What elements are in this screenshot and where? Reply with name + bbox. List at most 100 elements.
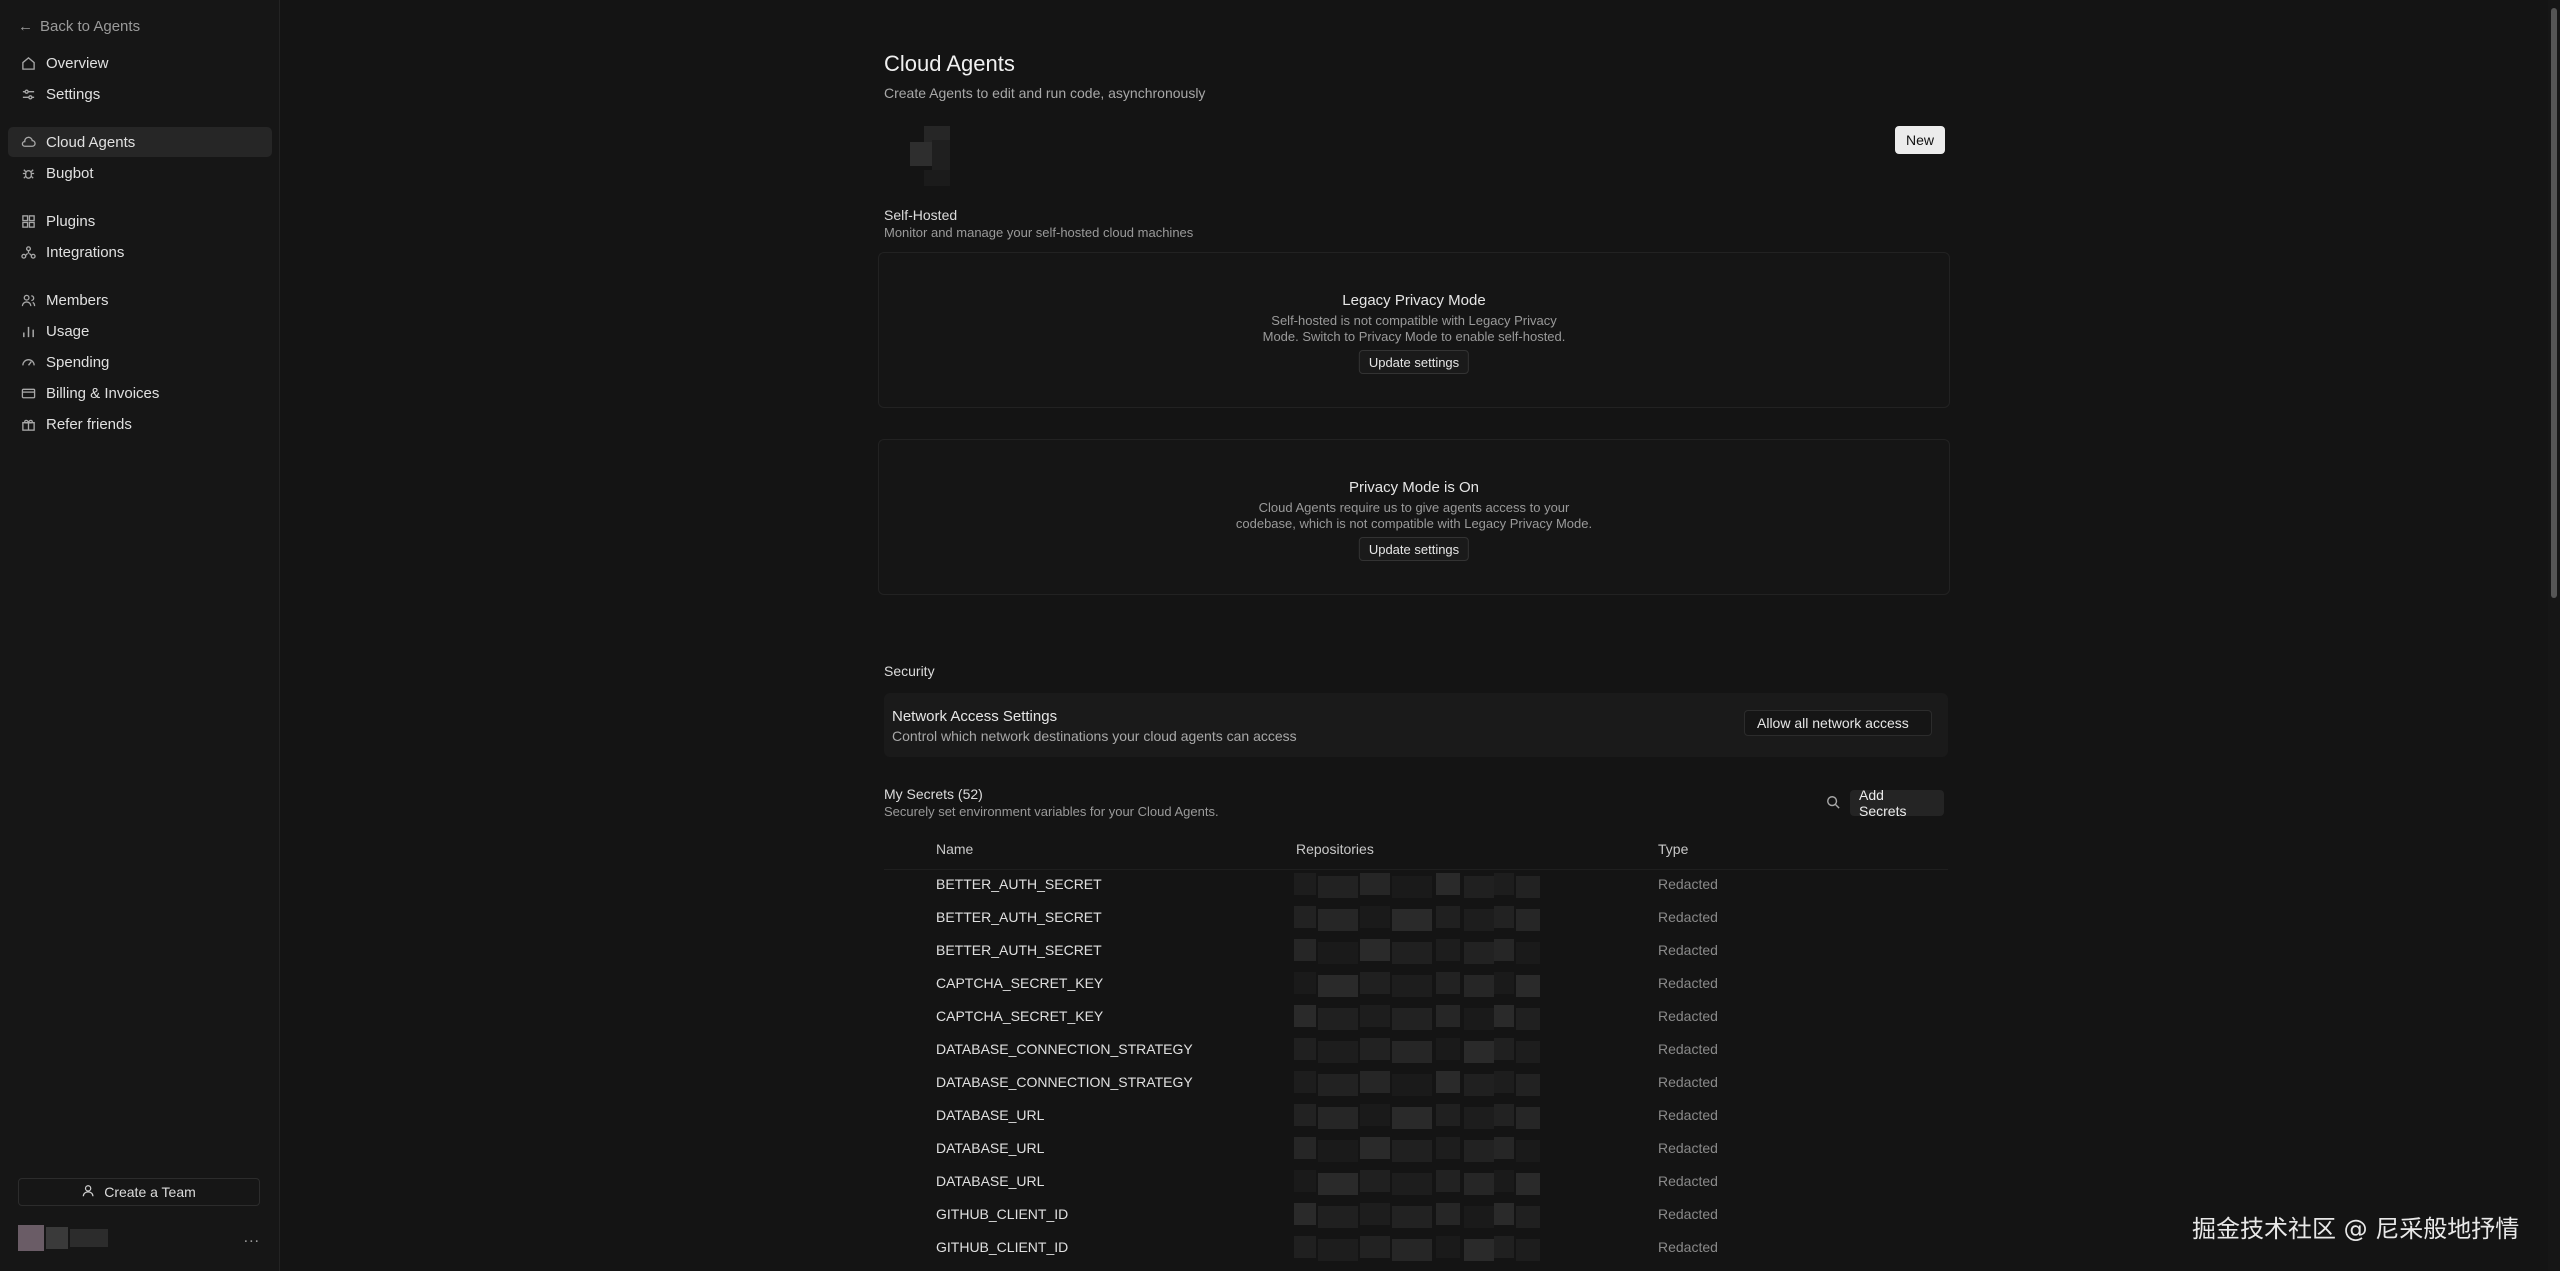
- privacy-mode-card: Privacy Mode is On Cloud Agents require …: [878, 439, 1950, 595]
- secret-name: BETTER_AUTH_SECRET: [936, 942, 1102, 958]
- home-icon: [20, 55, 36, 71]
- secret-type: Redacted: [1658, 975, 1718, 991]
- users-icon: [20, 292, 36, 308]
- more-icon[interactable]: ...: [244, 1229, 260, 1247]
- sidebar-item-label: Spending: [46, 353, 110, 371]
- page-subtitle: Create Agents to edit and run code, asyn…: [884, 85, 1206, 101]
- secret-name: DATABASE_CONNECTION_STRATEGY: [936, 1074, 1193, 1090]
- back-label: Back to Agents: [40, 18, 141, 35]
- scrollbar[interactable]: [2548, 0, 2560, 1271]
- sidebar-item-refer-friends[interactable]: Refer friends: [8, 409, 272, 439]
- network-access-description: Control which network destinations your …: [892, 728, 1297, 744]
- column-name: Name: [936, 841, 974, 857]
- table-row[interactable]: DATABASE_CONNECTION_STRATEGY Redacted: [884, 1035, 1948, 1068]
- table-row[interactable]: CAPTCHA_SECRET_KEY Redacted: [884, 1002, 1948, 1035]
- sidebar-item-label: Cloud Agents: [46, 133, 136, 151]
- secret-name: GITHUB_CLIENT_ID: [936, 1239, 1069, 1255]
- table-row[interactable]: BETTER_AUTH_SECRET Redacted: [884, 903, 1948, 936]
- security-title: Security: [884, 663, 935, 679]
- sidebar-item-plugins[interactable]: Plugins: [8, 206, 272, 236]
- sidebar-item-label: Usage: [46, 322, 90, 340]
- secret-name: CAPTCHA_SECRET_KEY: [936, 975, 1104, 991]
- arrow-left-icon: ←: [18, 18, 33, 35]
- secret-repositories: [1294, 1035, 1544, 1068]
- sidebar-item-spending[interactable]: Spending: [8, 347, 272, 377]
- sidebar-item-integrations[interactable]: Integrations: [8, 237, 272, 267]
- secret-repositories: [1294, 870, 1544, 903]
- sidebar-item-bugbot[interactable]: Bugbot: [8, 158, 272, 188]
- secret-type: Redacted: [1658, 1239, 1718, 1255]
- sidebar-item-overview[interactable]: Overview: [8, 48, 272, 78]
- secret-repositories: [1294, 969, 1544, 1002]
- privacy-mode-line1: Cloud Agents require us to give agents a…: [1258, 500, 1570, 515]
- table-row[interactable]: GITHUB_CLIENT_ID Redacted: [884, 1233, 1948, 1266]
- secret-repositories: [1294, 1101, 1544, 1134]
- network-access-select[interactable]: Allow all network access: [1744, 710, 1932, 736]
- table-row[interactable]: CAPTCHA_SECRET_KEY Redacted: [884, 969, 1948, 1002]
- secrets-title: My Secrets (52): [884, 786, 983, 802]
- watermark: 掘金技术社区 @ 尼采般地抒情: [2192, 1215, 2520, 1243]
- secret-repositories: [1294, 1002, 1544, 1035]
- secret-repositories: [1294, 1167, 1544, 1200]
- table-row[interactable]: BETTER_AUTH_SECRET Redacted: [884, 936, 1948, 969]
- sliders-icon: [20, 86, 36, 102]
- back-to-agents-link[interactable]: ← Back to Agents: [18, 18, 140, 35]
- sidebar-item-usage[interactable]: Usage: [8, 316, 272, 346]
- sidebar-item-members[interactable]: Members: [8, 285, 272, 315]
- update-settings-button[interactable]: Update settings: [1358, 537, 1470, 561]
- sidebar-nav: Overview Settings Cloud Agents Bugbot Plugin…: [8, 48, 272, 440]
- secret-type: Redacted: [1658, 1140, 1718, 1156]
- update-settings-button[interactable]: Update settings: [1358, 350, 1470, 374]
- sidebar-item-label: Plugins: [46, 212, 96, 230]
- legacy-privacy-line1: Self-hosted is not compatible with Legac…: [1271, 313, 1557, 328]
- secret-type: Redacted: [1658, 1206, 1718, 1222]
- integrations-icon: [20, 244, 36, 260]
- network-access-card: Network Access Settings Control which ne…: [884, 693, 1948, 757]
- table-body: BETTER_AUTH_SECRET Redacted BETTER_AUTH_SE…: [884, 870, 1948, 1266]
- table-row[interactable]: BETTER_AUTH_SECRET Redacted: [884, 870, 1948, 903]
- scrollbar-thumb[interactable]: [2551, 8, 2557, 598]
- table-row[interactable]: DATABASE_URL Redacted: [884, 1101, 1948, 1134]
- table-row[interactable]: DATABASE_URL Redacted: [884, 1167, 1948, 1200]
- sidebar-item-label: Bugbot: [46, 164, 94, 182]
- plugin-icon: [20, 213, 36, 229]
- agents-preview: [910, 126, 950, 188]
- sidebar-item-settings[interactable]: Settings: [8, 79, 272, 109]
- card-icon: [20, 385, 36, 401]
- table-row[interactable]: GITHUB_CLIENT_ID Redacted: [884, 1200, 1948, 1233]
- sidebar-item-label: Refer friends: [46, 415, 132, 433]
- table-row[interactable]: DATABASE_URL Redacted: [884, 1134, 1948, 1167]
- secret-name: CAPTCHA_SECRET_KEY: [936, 1008, 1104, 1024]
- legacy-privacy-body: Self-hosted is not compatible with Legac…: [879, 313, 1949, 345]
- avatar: [18, 1225, 108, 1251]
- sidebar-item-label: Overview: [46, 54, 109, 72]
- sidebar-item-label: Settings: [46, 85, 101, 103]
- column-type: Type: [1658, 841, 1689, 857]
- secret-repositories: [1294, 1134, 1544, 1167]
- secret-repositories: [1294, 903, 1544, 936]
- bar-chart-icon: [20, 323, 36, 339]
- legacy-privacy-title: Legacy Privacy Mode: [1342, 292, 1486, 309]
- create-team-button[interactable]: Create a Team: [18, 1178, 260, 1206]
- add-secrets-button[interactable]: Add Secrets: [1850, 787, 1944, 819]
- account-menu[interactable]: ...: [18, 1220, 260, 1256]
- new-agent-button[interactable]: New: [1895, 126, 1946, 154]
- self-hosted-description: Monitor and manage your self-hosted clou…: [884, 225, 1194, 240]
- secret-repositories: [1294, 936, 1544, 969]
- secret-name: BETTER_AUTH_SECRET: [936, 909, 1102, 925]
- secret-name: DATABASE_URL: [936, 1173, 1045, 1189]
- secret-type: Redacted: [1658, 1008, 1718, 1024]
- secret-type: Redacted: [1658, 1074, 1718, 1090]
- search-icon[interactable]: [1826, 795, 1842, 811]
- table-row[interactable]: DATABASE_CONNECTION_STRATEGY Redacted: [884, 1068, 1948, 1101]
- secret-type: Redacted: [1658, 1173, 1718, 1189]
- privacy-mode-body: Cloud Agents require us to give agents a…: [879, 500, 1949, 532]
- sidebar-item-label: Billing & Invoices: [46, 384, 160, 402]
- sidebar-item-cloud-agents[interactable]: Cloud Agents: [8, 127, 272, 157]
- sidebar-item-label: Members: [46, 291, 109, 309]
- secret-name: DATABASE_CONNECTION_STRATEGY: [936, 1041, 1193, 1057]
- sidebar-item-billing-invoices[interactable]: Billing & Invoices: [8, 378, 272, 408]
- column-repositories: Repositories: [1296, 841, 1374, 857]
- secret-repositories: [1294, 1233, 1544, 1266]
